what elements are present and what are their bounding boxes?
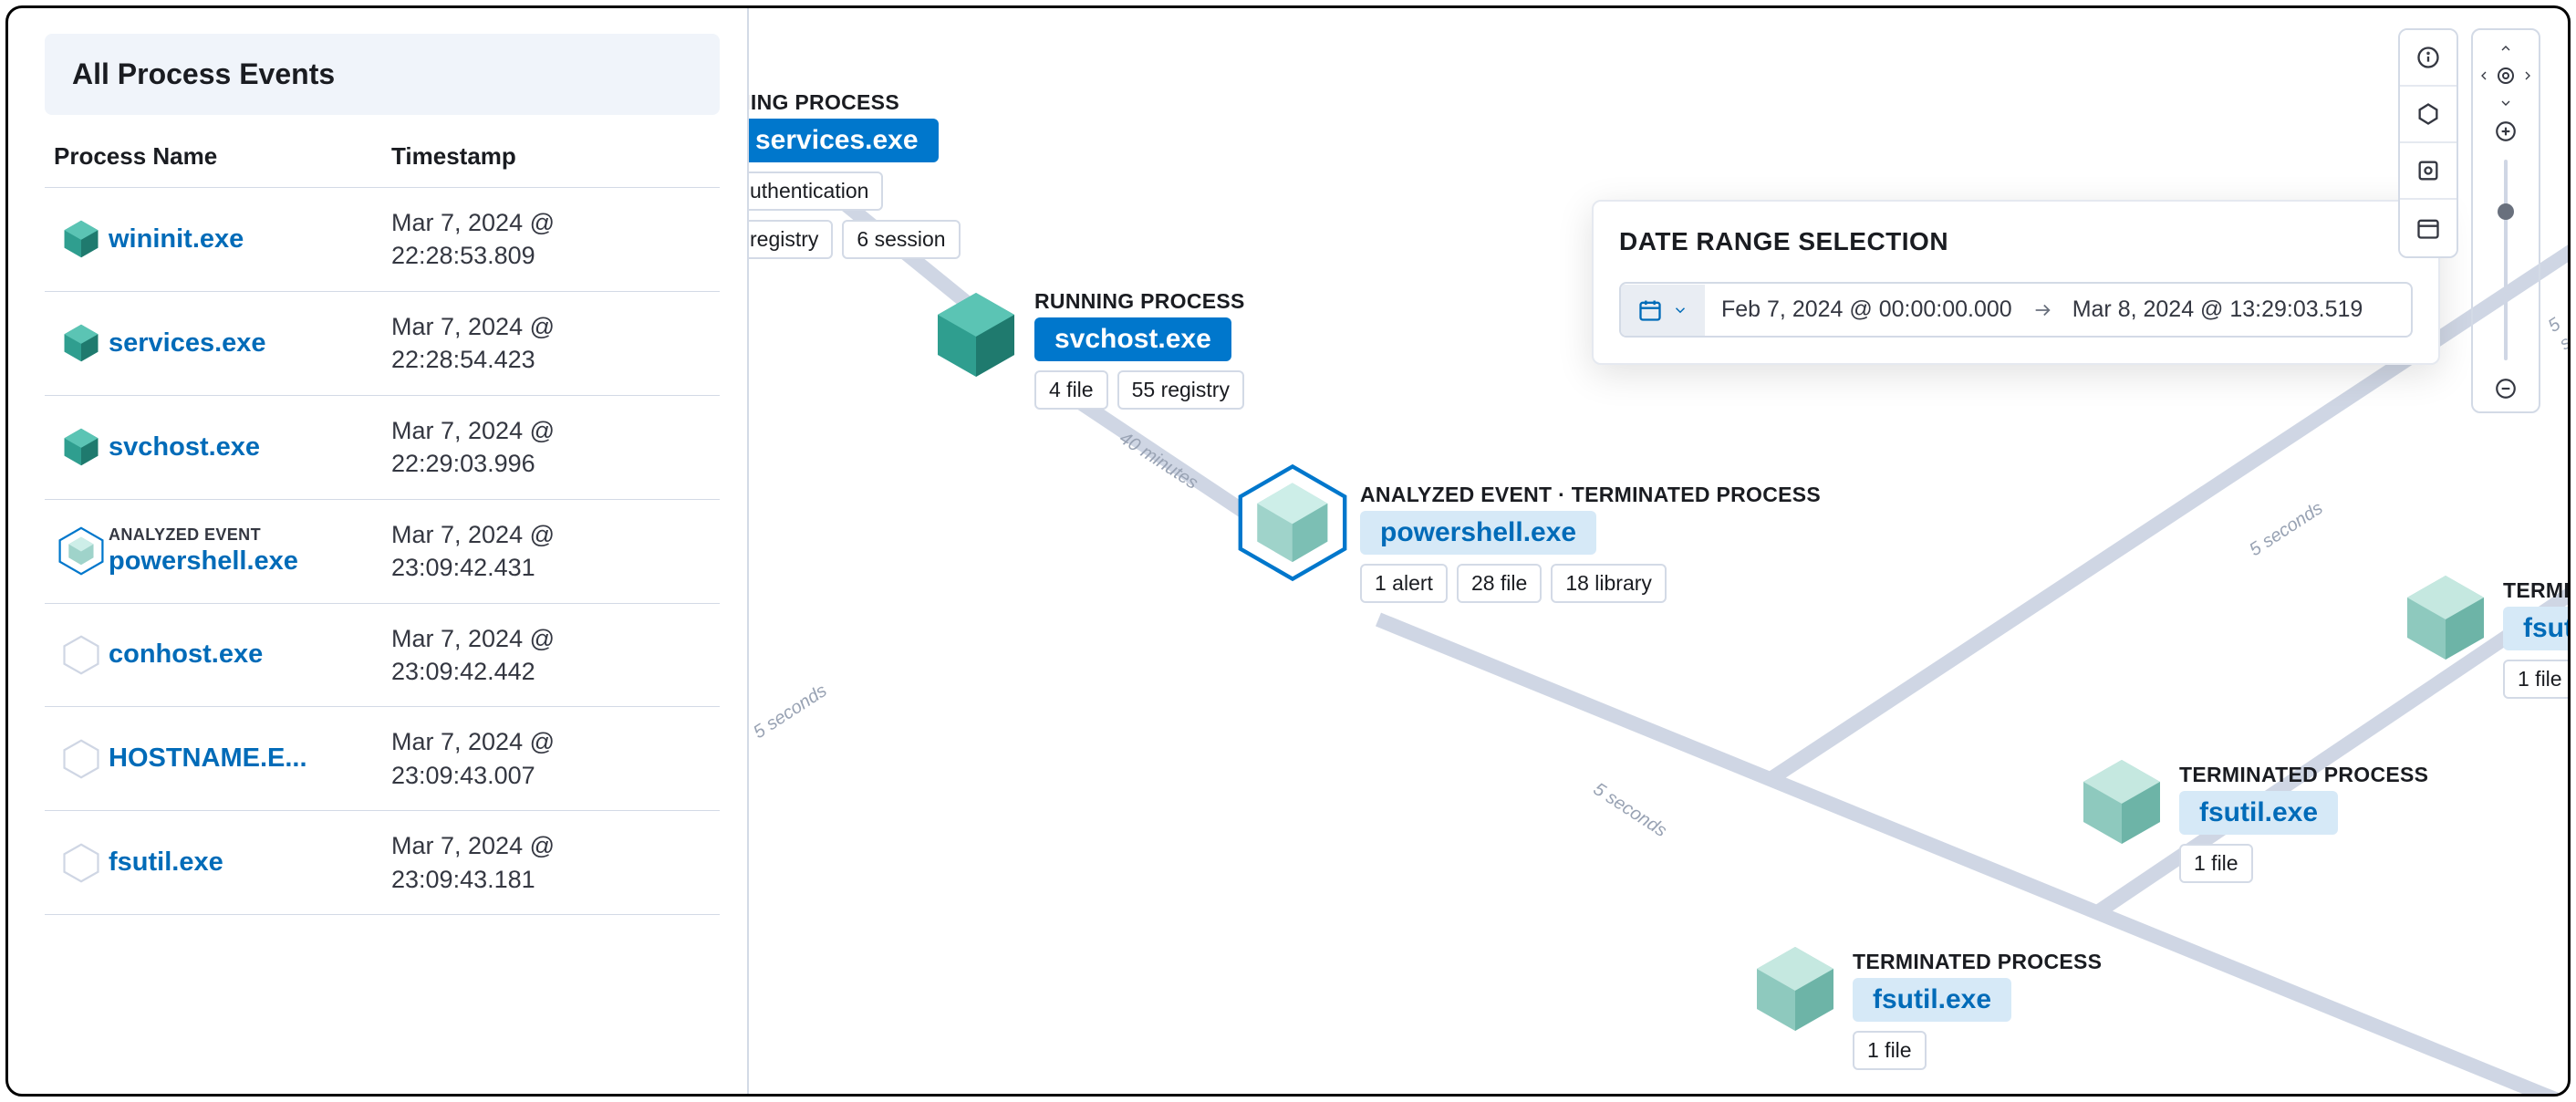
node-name[interactable]: services.exe	[749, 119, 939, 162]
settings-button[interactable]	[2400, 143, 2457, 200]
badge[interactable]: 18 library	[1551, 564, 1667, 603]
sidebar: All Process Events Process Name Timestam…	[45, 34, 720, 915]
arrow-right-icon	[2032, 300, 2052, 320]
table-row[interactable]: svchost.exeMar 7, 2024 @22:29:03.996	[45, 396, 720, 500]
cube-icon	[54, 427, 109, 467]
timestamp: Mar 7, 2024 @23:09:43.007	[391, 725, 711, 792]
sidebar-title: All Process Events	[45, 34, 720, 115]
zoom-control	[2471, 28, 2540, 413]
zoom-out-icon[interactable]	[2494, 377, 2518, 400]
hex-outline-icon	[54, 739, 109, 779]
table-row[interactable]: ANALYZED EVENTpowershell.exeMar 7, 2024 …	[45, 500, 720, 604]
node-label: RUNNING PROCESS	[1034, 289, 1245, 314]
edge-label: 5 s	[2545, 313, 2568, 355]
badge[interactable]: 28 file	[1457, 564, 1542, 603]
node-name[interactable]: powershell.exe	[1360, 511, 1596, 555]
analyzed-hex-icon	[1232, 463, 1353, 587]
target-icon[interactable]	[2495, 65, 2517, 87]
process-name-link[interactable]: fsutil.exe	[109, 847, 391, 878]
node-services[interactable]: NING PROCESS services.exe uthentication …	[749, 90, 961, 259]
col-header-ts: Timestamp	[391, 142, 711, 171]
analyzed-hex-icon	[54, 526, 109, 576]
node-name[interactable]: fsutil.exe	[2179, 791, 2338, 835]
chevron-right-icon[interactable]	[2520, 66, 2535, 86]
date-to[interactable]: Mar 8, 2024 @ 13:29:03.519	[2072, 296, 2363, 323]
node-label: TERMINA	[2503, 578, 2568, 603]
process-name-link[interactable]: conhost.exe	[109, 639, 391, 670]
timestamp: Mar 7, 2024 @22:28:54.423	[391, 310, 711, 377]
col-header-name: Process Name	[54, 142, 391, 171]
table-row[interactable]: wininit.exeMar 7, 2024 @22:28:53.809	[45, 188, 720, 292]
badge[interactable]: registry	[749, 220, 833, 259]
process-name-link[interactable]: wininit.exe	[109, 224, 391, 255]
date-from[interactable]: Feb 7, 2024 @ 00:00:00.000	[1721, 296, 2012, 323]
badge[interactable]: uthentication	[749, 172, 883, 211]
node-label: ANALYZED EVENT · TERMINATED PROCESS	[1360, 483, 1821, 507]
hex-outline-icon	[54, 635, 109, 675]
cube-icon	[2076, 756, 2167, 852]
zoom-in-icon[interactable]	[2494, 120, 2518, 143]
date-range-panel: DATE RANGE SELECTION Feb 7, 2024 @ 00:00…	[1592, 200, 2440, 365]
timestamp: Mar 7, 2024 @22:29:03.996	[391, 414, 711, 481]
chevron-up-icon[interactable]	[2496, 41, 2516, 56]
badge[interactable]: 55 registry	[1117, 370, 1244, 410]
cube-icon	[54, 323, 109, 363]
timestamp: Mar 7, 2024 @23:09:42.431	[391, 518, 711, 585]
timestamp: Mar 7, 2024 @23:09:43.181	[391, 829, 711, 896]
calendar-button[interactable]	[1621, 285, 1705, 336]
badge[interactable]: 6 session	[842, 220, 960, 259]
table-row[interactable]: conhost.exeMar 7, 2024 @23:09:42.442	[45, 604, 720, 708]
graph-controls	[2398, 28, 2540, 413]
node-powershell[interactable]: ANALYZED EVENT · TERMINATED PROCESS powe…	[1360, 483, 1821, 603]
node-name[interactable]: fsutil.exe	[1853, 978, 2011, 1022]
timestamp: Mar 7, 2024 @23:09:42.442	[391, 622, 711, 689]
date-range-title: DATE RANGE SELECTION	[1619, 227, 2413, 256]
node-label: NING PROCESS	[749, 90, 961, 115]
process-name-link[interactable]: HOSTNAME.E...	[109, 743, 391, 774]
edge-label: 40 minutes	[1116, 428, 1202, 494]
chevron-down-icon[interactable]	[2496, 96, 2516, 110]
chevron-down-icon	[1672, 302, 1688, 318]
edge-label: 5 seconds	[2246, 498, 2327, 561]
badge[interactable]: 1 file	[1853, 1031, 1927, 1070]
table-header: Process Name Timestamp	[45, 115, 720, 187]
node-fsutil[interactable]: TERMINATED PROCESS fsutil.exe 1 file	[1853, 950, 2102, 1070]
graph-canvas[interactable]: NING PROCESS services.exe uthentication …	[749, 8, 2568, 1094]
process-name-link[interactable]: svchost.exe	[109, 432, 391, 463]
analyzed-tag: ANALYZED EVENT	[109, 525, 391, 545]
shape-button[interactable]	[2400, 87, 2457, 143]
cube-icon	[54, 219, 109, 259]
process-name-link[interactable]: powershell.exe	[109, 546, 391, 577]
process-name-link[interactable]: services.exe	[109, 328, 391, 359]
badge[interactable]: 1 alert	[1360, 564, 1448, 603]
chevron-left-icon[interactable]	[2477, 66, 2491, 86]
edge-label: 5 seconds	[1589, 779, 1670, 842]
table-row[interactable]: fsutil.exeMar 7, 2024 @23:09:43.181	[45, 811, 720, 915]
calendar-toggle-button[interactable]	[2400, 200, 2457, 256]
timestamp: Mar 7, 2024 @22:28:53.809	[391, 206, 711, 273]
node-fsutil[interactable]: TERMINA fsutil 1 file	[2503, 578, 2568, 699]
hex-outline-icon	[54, 843, 109, 883]
node-label: TERMINATED PROCESS	[2179, 763, 2428, 787]
edge-label: 5 seconds	[750, 681, 831, 743]
cube-icon	[2400, 572, 2491, 668]
badge[interactable]: 1 file	[2179, 844, 2253, 883]
cube-icon	[1750, 943, 1841, 1039]
cube-icon	[930, 289, 1022, 385]
date-range-input[interactable]: Feb 7, 2024 @ 00:00:00.000 Mar 8, 2024 @…	[1619, 282, 2413, 338]
node-name[interactable]: fsutil	[2503, 607, 2568, 650]
badge[interactable]: 1 file	[2503, 660, 2568, 699]
table-row[interactable]: HOSTNAME.E...Mar 7, 2024 @23:09:43.007	[45, 707, 720, 811]
node-label: TERMINATED PROCESS	[1853, 950, 2102, 974]
info-button[interactable]	[2400, 30, 2457, 87]
badge[interactable]: 4 file	[1034, 370, 1108, 410]
node-svchost[interactable]: RUNNING PROCESS svchost.exe 4 file 55 re…	[1034, 289, 1245, 410]
node-name[interactable]: svchost.exe	[1034, 317, 1231, 361]
node-fsutil[interactable]: TERMINATED PROCESS fsutil.exe 1 file	[2179, 763, 2428, 883]
table-row[interactable]: services.exeMar 7, 2024 @22:28:54.423	[45, 292, 720, 396]
zoom-slider[interactable]	[2504, 160, 2508, 360]
